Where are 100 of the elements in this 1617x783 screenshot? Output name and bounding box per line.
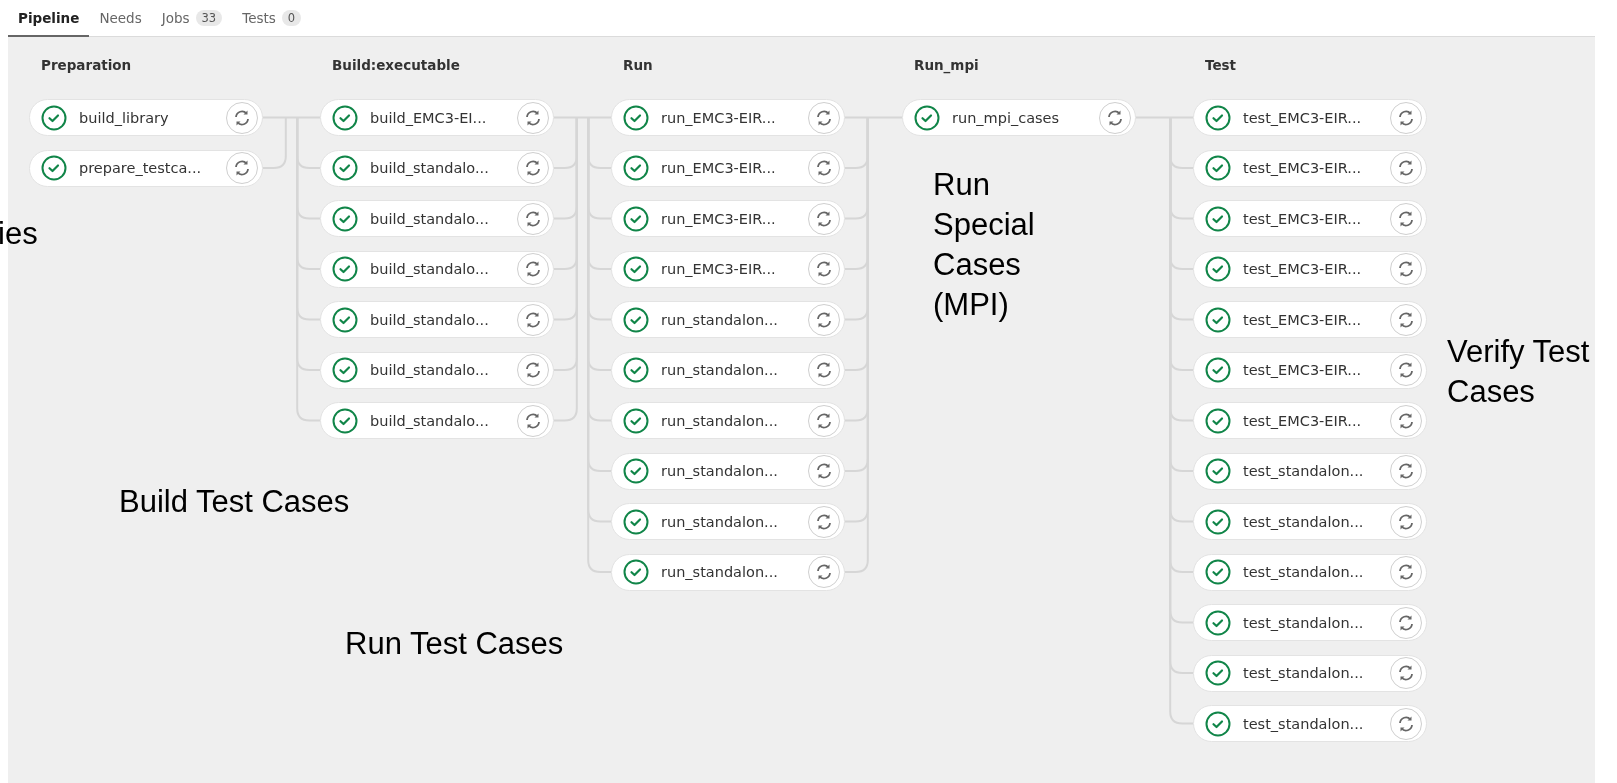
job-pill[interactable]: build_standalo... bbox=[320, 351, 554, 389]
retry-icon bbox=[815, 411, 833, 430]
retry-button[interactable] bbox=[808, 354, 840, 386]
job-pill[interactable]: test_standalon... bbox=[1193, 452, 1427, 490]
retry-button[interactable] bbox=[1390, 707, 1422, 740]
job-name: test_EMC3-EIR... bbox=[1243, 160, 1363, 176]
job-pill[interactable]: test_standalon... bbox=[1193, 705, 1427, 742]
retry-button[interactable] bbox=[226, 101, 258, 134]
job-pill[interactable]: build_standalo... bbox=[320, 301, 554, 338]
retry-button[interactable] bbox=[517, 101, 549, 134]
retry-button[interactable] bbox=[1390, 253, 1422, 285]
job-pill[interactable]: test_standalon... bbox=[1193, 654, 1427, 692]
job-pill[interactable]: run_standalon... bbox=[611, 301, 845, 338]
job-pill[interactable]: build_library bbox=[29, 99, 263, 136]
retry-icon bbox=[1397, 512, 1415, 531]
retry-button[interactable] bbox=[517, 404, 549, 437]
tab[interactable]: Needs bbox=[89, 0, 152, 37]
retry-button[interactable] bbox=[517, 303, 549, 336]
retry-icon bbox=[1397, 664, 1415, 682]
job-pill[interactable]: test_EMC3-EIR... bbox=[1193, 99, 1427, 136]
retry-icon bbox=[524, 411, 542, 430]
job-pill[interactable]: test_EMC3-EIR... bbox=[1193, 301, 1427, 338]
job-pill[interactable]: run_EMC3-EIR... bbox=[611, 149, 845, 187]
retry-icon bbox=[1397, 613, 1415, 632]
job-name: test_standalon... bbox=[1243, 564, 1365, 580]
retry-button[interactable] bbox=[808, 505, 840, 538]
retry-button[interactable] bbox=[1390, 404, 1422, 437]
retry-icon bbox=[815, 512, 833, 531]
retry-button[interactable] bbox=[226, 152, 258, 184]
retry-button[interactable] bbox=[808, 455, 840, 487]
job-pill[interactable]: build_standalo... bbox=[320, 250, 554, 288]
job-pill[interactable]: build_EMC3-EI... bbox=[320, 99, 554, 136]
job-name: run_standalon... bbox=[661, 362, 779, 378]
job-pill[interactable]: test_EMC3-EIR... bbox=[1193, 200, 1427, 237]
job-pill[interactable]: prepare_testca... bbox=[29, 149, 263, 187]
retry-button[interactable] bbox=[1099, 101, 1131, 134]
job-pill[interactable]: run_EMC3-EIR... bbox=[611, 200, 845, 237]
job-pill[interactable]: run_standalon... bbox=[611, 503, 845, 540]
job-pill[interactable]: test_EMC3-EIR... bbox=[1193, 351, 1427, 389]
retry-button[interactable] bbox=[517, 354, 549, 386]
job-name: run_EMC3-EIR... bbox=[661, 261, 777, 277]
retry-button[interactable] bbox=[1390, 303, 1422, 336]
job-pill[interactable]: run_standalon... bbox=[611, 351, 845, 389]
job-pill[interactable]: build_standalo... bbox=[320, 402, 554, 439]
tab[interactable]: Tests 0 bbox=[232, 0, 312, 37]
retry-button[interactable] bbox=[1390, 202, 1422, 235]
retry-button[interactable] bbox=[1390, 455, 1422, 487]
job-name: test_standalon... bbox=[1243, 715, 1365, 732]
retry-button[interactable] bbox=[808, 404, 840, 437]
retry-button[interactable] bbox=[1390, 505, 1422, 538]
job-pill[interactable]: test_EMC3-EIR... bbox=[1193, 149, 1427, 187]
retry-button[interactable] bbox=[1390, 556, 1422, 588]
tab[interactable]: Jobs 33 bbox=[151, 0, 233, 37]
job-pill[interactable]: test_standalon... bbox=[1193, 553, 1427, 591]
job-pill[interactable]: run_standalon... bbox=[611, 553, 845, 591]
job-name: run_mpi_cases bbox=[952, 109, 1061, 126]
retry-icon bbox=[1397, 310, 1415, 329]
job-pill[interactable]: test_standalon... bbox=[1193, 604, 1427, 641]
stage-title: Test bbox=[1204, 57, 1237, 75]
job-pill[interactable]: build_standalo... bbox=[320, 200, 554, 237]
job-name: build_EMC3-EI... bbox=[370, 109, 488, 126]
retry-button[interactable] bbox=[808, 556, 840, 588]
retry-button[interactable] bbox=[517, 202, 549, 235]
retry-icon bbox=[815, 108, 833, 127]
job-pill[interactable]: run_standalon... bbox=[611, 452, 845, 490]
job-name: run_EMC3-EIR... bbox=[661, 160, 777, 176]
job-pill[interactable]: run_mpi_cases bbox=[902, 99, 1136, 136]
retry-button[interactable] bbox=[808, 152, 840, 184]
retry-button[interactable] bbox=[517, 152, 549, 184]
retry-icon bbox=[815, 563, 833, 581]
job-pill[interactable]: test_EMC3-EIR... bbox=[1193, 250, 1427, 288]
annotation-text: Run Special Cases (MPI) bbox=[933, 166, 1036, 324]
job-name: test_standalon... bbox=[1243, 614, 1365, 631]
retry-button[interactable] bbox=[808, 253, 840, 285]
retry-icon bbox=[815, 462, 833, 480]
annotation-text: ies bbox=[0, 215, 39, 253]
job-pill[interactable]: test_EMC3-EIR... bbox=[1193, 402, 1427, 439]
retry-icon bbox=[524, 159, 542, 177]
job-name: build_library bbox=[79, 109, 170, 126]
retry-button[interactable] bbox=[1390, 606, 1422, 639]
job-name: run_EMC3-EIR... bbox=[661, 210, 777, 227]
job-pill[interactable]: build_standalo... bbox=[320, 149, 554, 187]
stage-title: Run bbox=[622, 57, 653, 75]
retry-button[interactable] bbox=[1390, 101, 1422, 134]
retry-button[interactable] bbox=[808, 202, 840, 235]
retry-icon bbox=[1397, 209, 1415, 228]
job-pill[interactable]: run_standalon... bbox=[611, 402, 845, 439]
job-pill[interactable]: test_standalon... bbox=[1193, 503, 1427, 540]
retry-icon bbox=[815, 159, 833, 177]
job-name: test_EMC3-EIR... bbox=[1243, 210, 1363, 227]
job-pill[interactable]: run_EMC3-EIR... bbox=[611, 250, 845, 288]
retry-button[interactable] bbox=[1390, 152, 1422, 184]
job-pill[interactable]: run_EMC3-EIR... bbox=[611, 99, 845, 136]
retry-button[interactable] bbox=[808, 303, 840, 336]
retry-button[interactable] bbox=[1390, 657, 1422, 689]
annotation-text: Build Test Cases bbox=[119, 483, 351, 521]
retry-button[interactable] bbox=[808, 101, 840, 134]
retry-button[interactable] bbox=[1390, 354, 1422, 386]
retry-button[interactable] bbox=[517, 253, 549, 285]
job-name: run_standalon... bbox=[661, 311, 779, 328]
